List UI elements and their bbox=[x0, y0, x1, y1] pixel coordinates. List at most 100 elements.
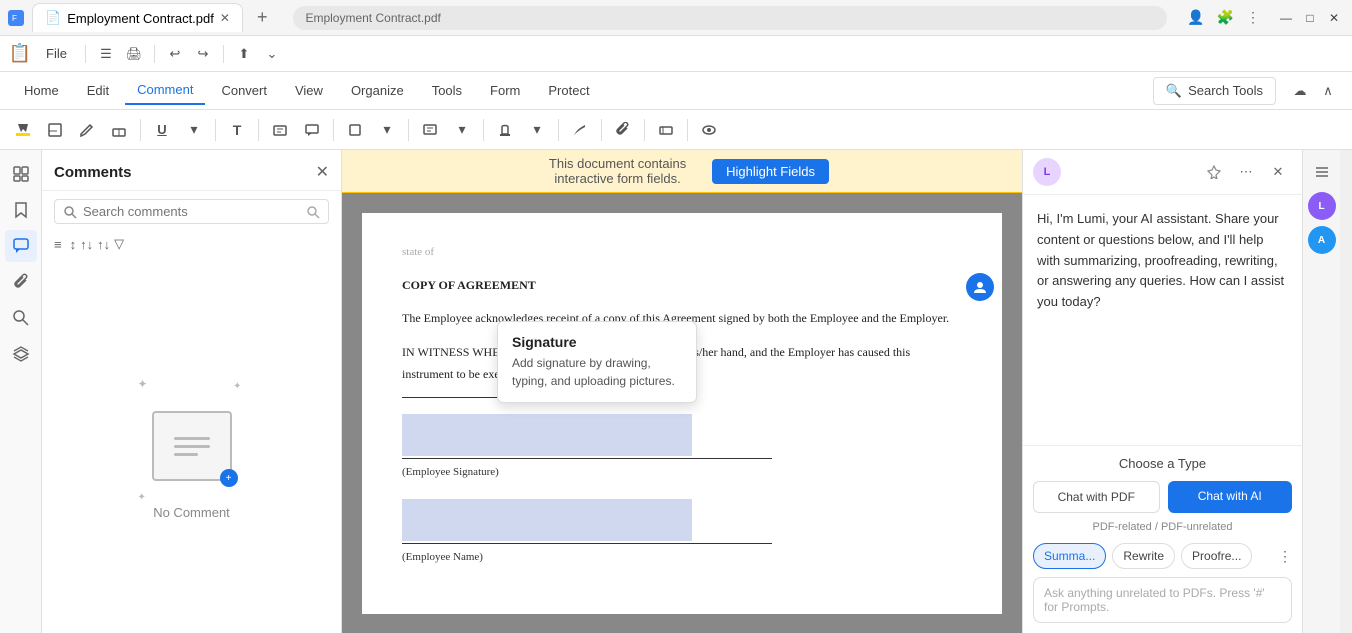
stamp-tool-icon[interactable] bbox=[490, 115, 520, 145]
visibility-icon[interactable] bbox=[694, 115, 724, 145]
address-bar-url[interactable]: Employment Contract.pdf bbox=[305, 11, 1155, 25]
menu-home[interactable]: Home bbox=[12, 77, 71, 104]
textbox-tool-icon[interactable] bbox=[265, 115, 295, 145]
rewrite-chip[interactable]: Rewrite bbox=[1112, 543, 1175, 569]
sticky-note-tool-icon[interactable] bbox=[40, 115, 70, 145]
illus-line-3 bbox=[174, 453, 198, 456]
comments-close-button[interactable]: ✕ bbox=[316, 162, 329, 182]
ai-intro-text: Hi, I'm Lumi, your AI assistant. Share y… bbox=[1037, 209, 1288, 313]
properties-icon[interactable]: ☰ bbox=[94, 42, 118, 66]
underline-tool-icon[interactable]: U bbox=[147, 115, 177, 145]
pdf-page: Signature Add signature by drawing, typi… bbox=[362, 213, 1002, 614]
text-tool-icon[interactable]: T bbox=[222, 115, 252, 145]
pdf-notice-text: This document contains interactive form … bbox=[535, 156, 700, 186]
illus-line-1 bbox=[174, 437, 210, 440]
measure-dropdown-icon[interactable]: ▾ bbox=[447, 115, 477, 145]
user-floating-icon[interactable] bbox=[966, 273, 994, 301]
ai-input-field[interactable]: Ask anything unrelated to PDFs. Press '#… bbox=[1033, 577, 1292, 623]
menu-form[interactable]: Form bbox=[478, 77, 532, 104]
sidebar-search-icon[interactable] bbox=[5, 302, 37, 334]
sidebar-bookmark-icon[interactable] bbox=[5, 194, 37, 226]
shape-tool-icon[interactable] bbox=[340, 115, 370, 145]
lumi-mini-avatar[interactable]: L bbox=[1308, 192, 1336, 220]
right-sidebar-settings-icon[interactable] bbox=[1308, 158, 1336, 186]
chat-with-ai-button[interactable]: Chat with AI bbox=[1168, 481, 1293, 513]
menu-protect[interactable]: Protect bbox=[536, 77, 601, 104]
more-chips-button[interactable]: ⋮ bbox=[1278, 548, 1292, 565]
textfield-icon[interactable] bbox=[651, 115, 681, 145]
search-comments-input[interactable] bbox=[83, 204, 300, 219]
attach-tool-icon[interactable] bbox=[608, 115, 638, 145]
decorative-star-tr: ✦ bbox=[233, 381, 241, 392]
employee-name-field[interactable] bbox=[402, 499, 692, 541]
signature-tooltip-title: Signature bbox=[512, 334, 682, 350]
sidebar-attachment-icon[interactable] bbox=[5, 266, 37, 298]
menu-organize[interactable]: Organize bbox=[339, 77, 416, 104]
icon-toolbar: U ▾ T ▾ ▾ ▾ bbox=[0, 110, 1352, 150]
highlight-fields-button[interactable]: Highlight Fields bbox=[712, 159, 829, 184]
employee-signature-field[interactable] bbox=[402, 414, 692, 456]
dropdown-icon[interactable]: ⌄ bbox=[260, 42, 284, 66]
comments-panel: Comments ✕ ≡ ↕ ↑↓ ↑↓ ▽ ✦ ✦ ✦ bbox=[42, 150, 342, 633]
menu-edit[interactable]: Edit bbox=[75, 77, 121, 104]
search-submit-icon[interactable] bbox=[306, 205, 320, 219]
callout-tool-icon[interactable] bbox=[297, 115, 327, 145]
new-tab-button[interactable]: + bbox=[251, 7, 274, 28]
menu-tools[interactable]: Tools bbox=[420, 77, 474, 104]
highlight-tool-icon[interactable] bbox=[8, 115, 38, 145]
chat-with-pdf-button[interactable]: Chat with PDF bbox=[1033, 481, 1160, 513]
stamp-dropdown-icon[interactable]: ▾ bbox=[522, 115, 552, 145]
right-mini-sidebar: L A bbox=[1302, 150, 1340, 633]
search-tools-button[interactable]: 🔍 Search Tools bbox=[1153, 77, 1276, 105]
pencil-tool-icon[interactable] bbox=[72, 115, 102, 145]
summarize-chip[interactable]: Summa... bbox=[1033, 543, 1106, 569]
ai-pin-icon[interactable] bbox=[1200, 158, 1228, 186]
ai-close-icon[interactable]: ✕ bbox=[1264, 158, 1292, 186]
undo-icon[interactable]: ↩ bbox=[163, 42, 187, 66]
tab-close-button[interactable]: ✕ bbox=[220, 11, 230, 25]
toolbar-separator-5 bbox=[408, 119, 409, 141]
shape-dropdown-icon[interactable]: ▾ bbox=[372, 115, 402, 145]
filter-dropdown-icon[interactable]: ▽ bbox=[114, 236, 124, 252]
menu-icon[interactable]: ⋮ bbox=[1246, 9, 1260, 26]
sort-icon[interactable]: ↕ bbox=[70, 237, 77, 252]
profile-icon[interactable]: 👤 bbox=[1187, 9, 1204, 26]
comments-search-bar[interactable] bbox=[54, 199, 329, 224]
eraser-tool-icon[interactable] bbox=[104, 115, 134, 145]
filter-list-icon[interactable]: ≡ bbox=[54, 237, 62, 252]
underline-dropdown-icon[interactable]: ▾ bbox=[179, 115, 209, 145]
sidebar-comment-icon[interactable] bbox=[5, 230, 37, 262]
print-icon[interactable]: 🖨 bbox=[122, 42, 146, 66]
sidebar-thumbnail-icon[interactable] bbox=[5, 158, 37, 190]
pdf-scroll-area[interactable]: This document contains interactive form … bbox=[342, 150, 1022, 633]
sidebar-layers-icon[interactable] bbox=[5, 338, 37, 370]
cloud-save-icon[interactable]: ☁ bbox=[1288, 79, 1312, 103]
window-controls: — □ ✕ bbox=[1276, 8, 1344, 28]
comment-tool-icon[interactable] bbox=[415, 115, 445, 145]
menu-convert[interactable]: Convert bbox=[209, 77, 279, 104]
sort-desc-icon[interactable]: ↑↓ bbox=[97, 237, 110, 252]
sort-asc-icon[interactable]: ↑↓ bbox=[80, 237, 93, 252]
svg-text:F: F bbox=[12, 14, 17, 23]
ai-message-area: Hi, I'm Lumi, your AI assistant. Share y… bbox=[1023, 195, 1302, 445]
collapse-panel-icon[interactable]: ∧ bbox=[1316, 79, 1340, 103]
redo-icon[interactable]: ↪ bbox=[191, 42, 215, 66]
pdf-text-content: state of COPY OF AGREEMENT The Employee … bbox=[402, 243, 962, 568]
menu-view[interactable]: View bbox=[283, 77, 335, 104]
close-button[interactable]: ✕ bbox=[1324, 8, 1344, 28]
extensions-icon[interactable]: 🧩 bbox=[1217, 9, 1234, 26]
ai-more-icon[interactable]: ⋯ bbox=[1232, 158, 1260, 186]
menu-comment[interactable]: Comment bbox=[125, 76, 205, 105]
browser-bar: F 📄 Employment Contract.pdf ✕ + Employme… bbox=[0, 0, 1352, 36]
proofread-chip[interactable]: Proofre... bbox=[1181, 543, 1252, 569]
file-menu-button[interactable]: File bbox=[36, 42, 77, 65]
pen-sign-icon[interactable] bbox=[565, 115, 595, 145]
sig-line-1 bbox=[402, 458, 772, 459]
no-comment-illustration-box: + bbox=[152, 411, 232, 481]
maximize-button[interactable]: □ bbox=[1300, 8, 1320, 28]
upload-icon[interactable]: ⬆ bbox=[232, 42, 256, 66]
minimize-button[interactable]: — bbox=[1276, 8, 1296, 28]
user-mini-avatar[interactable]: A bbox=[1308, 226, 1336, 254]
active-tab[interactable]: 📄 Employment Contract.pdf ✕ bbox=[32, 3, 243, 32]
ai-panel-controls: ⋯ ✕ bbox=[1200, 158, 1292, 186]
